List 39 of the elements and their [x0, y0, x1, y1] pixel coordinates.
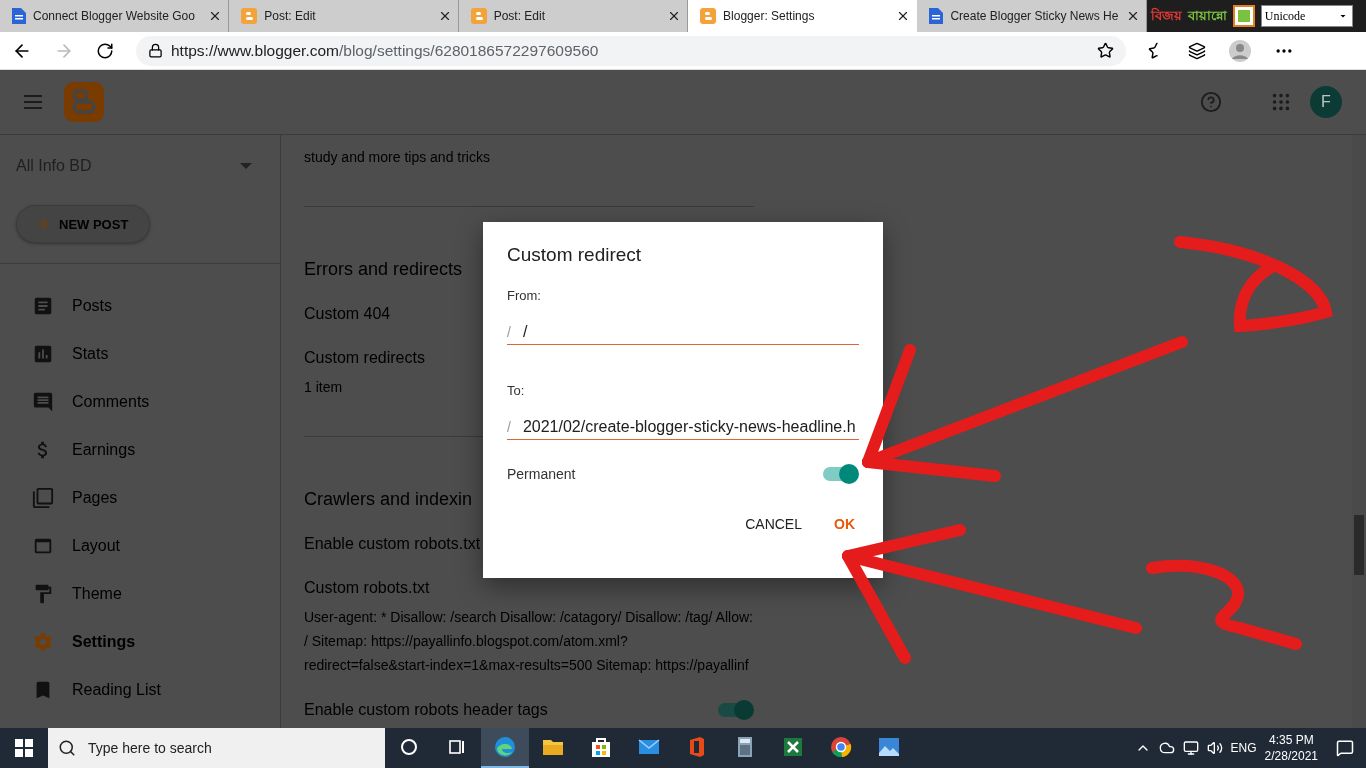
input-field[interactable]: / 2021/02/create-blogger-sticky-news-headline.h — [507, 414, 859, 440]
setting-title[interactable]: Enable custom robots.txt — [304, 535, 481, 553]
sidebar-item[interactable]: Pages — [0, 474, 280, 522]
sidebar-item[interactable]: Theme — [0, 570, 280, 618]
setting-title[interactable]: Custom 404 — [304, 305, 391, 323]
address-bar[interactable]: https://www.blogger.com/blog/settings/6280186572297609560 — [136, 35, 1126, 66]
sidebar-item[interactable]: Settings — [0, 618, 280, 666]
layout-select[interactable]: Unicode — [1260, 5, 1353, 27]
blog-description: study and more tips and tricks — [304, 149, 490, 165]
taskbar-search[interactable]: Type here to search — [48, 728, 385, 768]
field-label: To: — [507, 383, 526, 398]
setting-detail: User-agent: * Disallow: /search Disallow: /catagory/ Disallow: /tag/ Allow: / Sitemap: https://payallinfo.blogspot.com/atom.xml? redirect=false&start-index=1&max-results=500 Sitemap: https://payallinf — [304, 608, 754, 675]
toggle-label: Permanent — [507, 466, 576, 482]
avatar[interactable]: F — [1310, 86, 1342, 118]
sidebar-item[interactable]: Layout — [0, 522, 280, 570]
sidebar-item[interactable]: Earnings — [0, 426, 280, 474]
clock[interactable]: 4:35 PM 2/28/2021 — [1264, 732, 1318, 764]
language-indicator[interactable]: ENG — [1230, 741, 1257, 755]
section-heading: Crawlers and indexin — [304, 488, 473, 511]
setting-title[interactable]: Custom robots.txt — [304, 579, 430, 597]
section-heading: Errors and redirects — [304, 258, 463, 281]
input-field[interactable]: / / — [507, 319, 859, 345]
field-label: From: — [507, 288, 542, 303]
setting-title[interactable]: Custom redirects — [304, 349, 425, 367]
cancel-button[interactable]: CANCEL — [733, 508, 814, 540]
sidebar-item[interactable]: Stats — [0, 330, 280, 378]
url-path: /blog/settings/6280186572297609560 — [339, 41, 599, 59]
setting-detail: 1 item — [304, 378, 343, 397]
keyboard-name: বিজয় — [1150, 6, 1182, 25]
setting-title[interactable]: Enable custom robots header tags — [304, 701, 548, 719]
sidebar-item[interactable]: Comments — [0, 378, 280, 426]
browser-tab[interactable]: Blogger: Settings — [688, 0, 918, 32]
sidebar-item[interactable]: Posts — [0, 282, 280, 330]
new-post-button[interactable]: NEW POST — [16, 205, 150, 243]
url-host: https://www.blogger.com — [171, 41, 339, 59]
sidebar-item[interactable]: Reading List — [0, 666, 280, 714]
ok-button[interactable]: OK — [822, 508, 867, 540]
keyboard-name: বায়ান্নো — [1187, 6, 1227, 25]
dialog-title: Custom redirect — [507, 244, 643, 266]
